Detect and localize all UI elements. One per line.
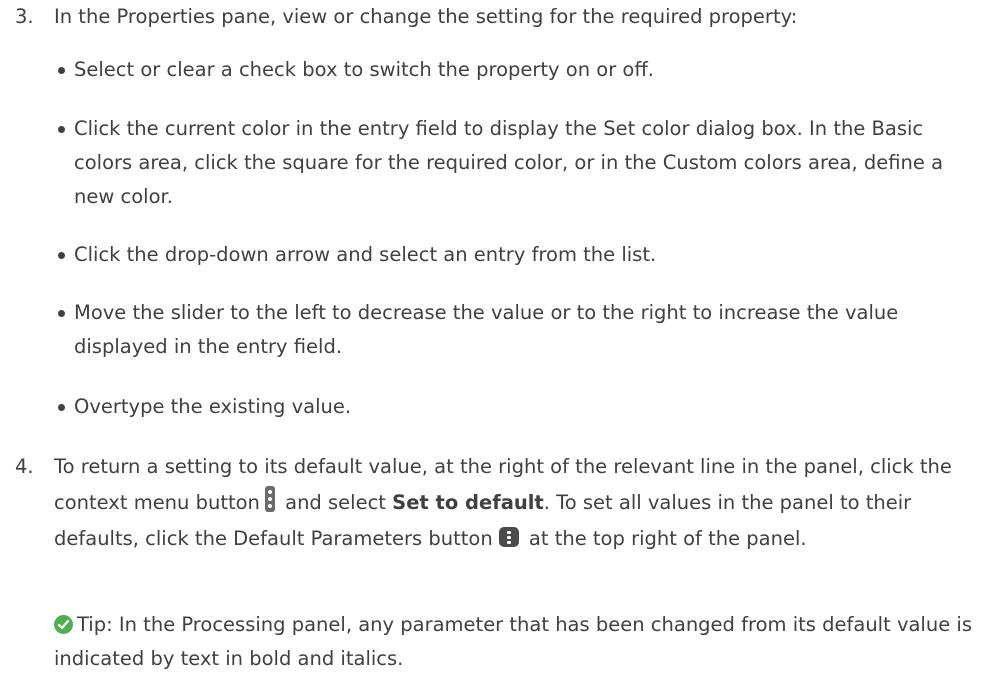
ui-term-set-color: Set color [603, 117, 690, 140]
ui-term-custom-colors: Custom colors [662, 151, 802, 174]
default-parameters-icon [498, 527, 519, 547]
help-document: 3. In the Properties pane, view or chang… [0, 0, 984, 683]
bullet-color: Click the current color in the entry fie… [54, 112, 959, 214]
bullet-text: Move the slider to the left to decrease … [74, 301, 899, 358]
checkmark-circle-icon [54, 615, 73, 634]
bullet-text: Click the drop-down arrow and select an … [74, 243, 657, 266]
step-3: 3. In the Properties pane, view or chang… [0, 0, 975, 34]
step-3-intro: In the Properties pane, view or change t… [54, 5, 798, 28]
bullet-slider: Move the slider to the left to decrease … [54, 296, 959, 364]
tip-text: Tip: In the Processing panel, any parame… [54, 613, 972, 670]
bullet-text: Select or clear a check box to switch th… [74, 58, 654, 81]
step-4-text: To return a setting to its default value… [54, 455, 952, 550]
tip-label: Tip [77, 613, 107, 636]
bullet-checkbox: Select or clear a check box to switch th… [54, 53, 959, 87]
step-number: 3. [15, 5, 34, 28]
bullet-dropdown: Click the drop-down arrow and select an … [54, 238, 959, 272]
context-menu-icon [264, 486, 275, 512]
step-4: 4. To return a setting to its default va… [0, 449, 975, 557]
step-number: 4. [15, 455, 34, 478]
bullet-text: Click the current color in the entry fie… [74, 117, 944, 208]
tip-note: Tip: In the Processing panel, any parame… [0, 608, 975, 676]
bullet-overtype: Overtype the existing value. [54, 390, 959, 424]
bullet-text: Overtype the existing value. [74, 395, 352, 418]
ui-term-set-to-default: Set to default [392, 491, 544, 514]
